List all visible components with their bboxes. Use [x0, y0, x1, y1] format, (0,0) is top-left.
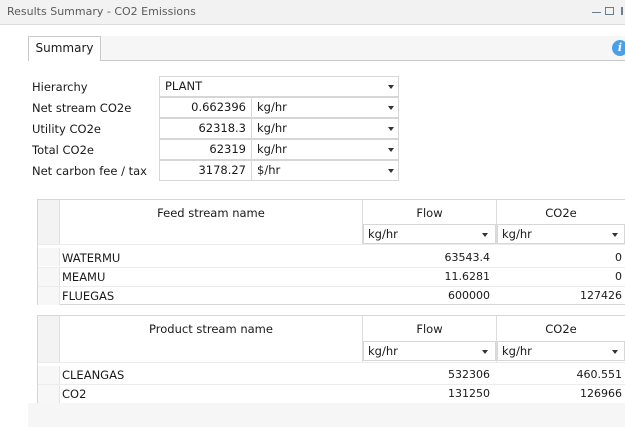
net-stream-unit-select[interactable]: kg/hr: [251, 97, 399, 118]
feed-stream-name: MEAMU: [62, 270, 106, 284]
feed-stream-name: WATERMU: [62, 251, 121, 265]
row-divider: [38, 267, 625, 268]
hierarchy-value: PLANT: [165, 79, 203, 93]
product-flow-value: 131250: [448, 387, 490, 400]
total-unit: kg/hr: [257, 142, 287, 156]
feed-flow-value: 11.6281: [444, 270, 491, 283]
feed-co2e-value: 0: [615, 270, 622, 283]
product-flow-unit-select[interactable]: kg/hr: [363, 341, 496, 361]
row-header: [38, 366, 60, 384]
product-stream-name: CLEANGAS: [62, 368, 125, 382]
utility-unit-select[interactable]: kg/hr: [251, 118, 399, 139]
feed-co2e-unit: kg/hr: [502, 227, 532, 241]
tab-summary[interactable]: Summary: [28, 36, 101, 61]
row-header: [38, 287, 60, 305]
net-stream-co2e-label: Net stream CO2e: [32, 101, 132, 115]
feed-flow-unit: kg/hr: [368, 227, 398, 241]
tab-strip: Summary: [28, 36, 625, 61]
feed-co2e-value: 0: [615, 251, 622, 264]
row-divider: [38, 286, 625, 287]
total-co2e-label: Total CO2e: [32, 143, 94, 157]
row-divider: [38, 384, 625, 385]
carbon-fee-label: Net carbon fee / tax: [32, 164, 147, 178]
carbon-fee-unit: $/hr: [257, 163, 281, 177]
product-flow-header: Flow: [416, 322, 443, 336]
net-stream-unit: kg/hr: [257, 100, 287, 114]
carbon-fee-value[interactable]: 3178.27: [159, 160, 252, 181]
product-name-header: Product stream name: [149, 322, 273, 336]
feed-stream-name: FLUEGAS: [62, 289, 115, 303]
feed-co2e-header: CO2e: [545, 206, 577, 220]
chevron-down-icon: [612, 233, 618, 237]
chevron-down-icon: [388, 106, 394, 110]
chevron-down-icon: [482, 233, 488, 237]
feed-flow-unit-select[interactable]: kg/hr: [363, 224, 496, 244]
feed-grid-corner: [38, 200, 60, 244]
product-co2e-unit: kg/hr: [502, 344, 532, 358]
utility-co2e-value[interactable]: 62318.3: [159, 118, 252, 139]
row-header: [38, 248, 60, 266]
row-divider: [38, 362, 625, 363]
feed-name-header: Feed stream name: [157, 206, 265, 220]
product-flow-value: 532306: [448, 368, 490, 381]
chevron-down-icon: [388, 85, 394, 89]
close-icon[interactable]: [619, 7, 625, 15]
net-stream-co2e-value[interactable]: 0.662396: [159, 97, 252, 118]
product-co2e-value: 126966: [580, 387, 622, 400]
chevron-down-icon: [388, 169, 394, 173]
window-title: Results Summary - CO2 Emissions: [7, 5, 196, 18]
total-unit-select[interactable]: kg/hr: [251, 139, 399, 160]
row-header: [38, 268, 60, 286]
feed-co2e-value: 127426: [580, 289, 622, 302]
chevron-down-icon: [482, 350, 488, 354]
row-header: [38, 385, 60, 403]
minimize-icon[interactable]: [592, 8, 601, 13]
product-co2e-header: CO2e: [545, 322, 577, 336]
bottom-panel: [28, 403, 625, 427]
row-divider: [38, 244, 625, 245]
info-icon[interactable]: i: [612, 40, 625, 56]
total-co2e-value[interactable]: 62319: [159, 139, 252, 160]
product-grid-corner: [38, 316, 60, 362]
chevron-down-icon: [388, 127, 394, 131]
product-flow-unit: kg/hr: [368, 344, 398, 358]
maximize-icon[interactable]: [605, 7, 614, 15]
feed-flow-value: 63543.4: [444, 251, 491, 264]
product-stream-name: CO2: [62, 387, 87, 401]
carbon-fee-unit-select[interactable]: $/hr: [251, 160, 399, 181]
feed-co2e-unit-select[interactable]: kg/hr: [497, 224, 625, 244]
product-co2e-value: 460.551: [576, 368, 623, 381]
hierarchy-select[interactable]: PLANT: [159, 76, 399, 97]
hierarchy-label: Hierarchy: [32, 80, 88, 94]
chevron-down-icon: [388, 148, 394, 152]
product-co2e-unit-select[interactable]: kg/hr: [497, 341, 625, 361]
chevron-down-icon: [612, 350, 618, 354]
utility-unit: kg/hr: [257, 121, 287, 135]
window-titlebar[interactable]: Results Summary - CO2 Emissions: [0, 0, 625, 25]
feed-flow-value: 600000: [448, 289, 490, 302]
feed-flow-header: Flow: [416, 206, 443, 220]
utility-co2e-label: Utility CO2e: [32, 122, 101, 136]
